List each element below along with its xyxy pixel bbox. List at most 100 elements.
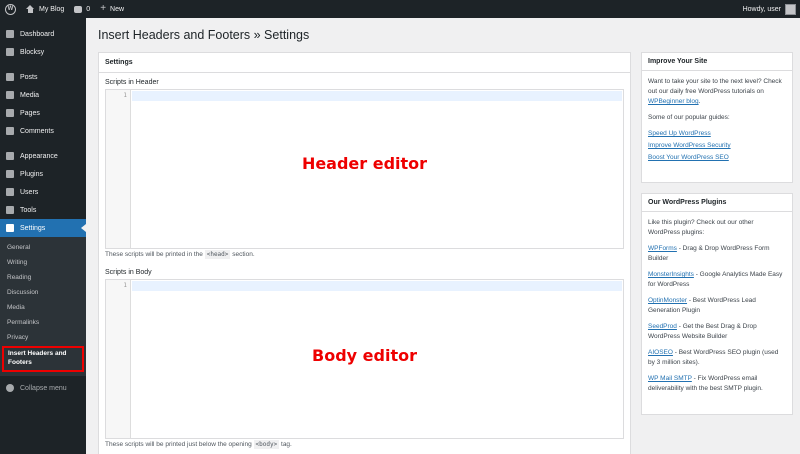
widget-intro: Want to take your site to the next level… — [648, 77, 786, 107]
improve-site-widget: Improve Your Site Want to take your site… — [641, 52, 793, 183]
settings-icon — [6, 224, 14, 232]
submenu-item-privacy[interactable]: Privacy — [0, 330, 86, 345]
sidebar-item-comments[interactable]: Comments — [0, 122, 86, 140]
submenu-item-writing[interactable]: Writing — [0, 255, 86, 270]
seo-link[interactable]: Boost Your WordPress SEO — [648, 153, 786, 163]
header-editor-annotation: Header editor — [301, 154, 428, 173]
head-tag-code: <head> — [204, 250, 231, 259]
wpforms-link[interactable]: WPForms — [648, 245, 677, 252]
sidebar-item-blocksy[interactable]: Blocksy — [0, 43, 86, 61]
new-content-button[interactable]: + New — [95, 0, 129, 18]
settings-panel: Settings Scripts in Header 1 Header edit… — [98, 52, 631, 454]
header-scripts-hint: These scripts will be printed in the <he… — [105, 250, 255, 259]
collapse-icon — [6, 384, 14, 392]
comment-icon — [74, 5, 83, 13]
sidebar-item-label: Media — [20, 91, 40, 99]
submenu-item-reading[interactable]: Reading — [0, 270, 86, 285]
comments-count: 0 — [86, 5, 91, 13]
hint-text: These scripts will be printed in the — [105, 251, 203, 258]
sidebar-item-label: Settings — [20, 224, 46, 232]
intro-text: Want to take your site to the next level… — [648, 78, 782, 95]
plugin-item: MonsterInsights - Google Analytics Made … — [648, 270, 786, 290]
sidebar-item-users[interactable]: Users — [0, 183, 86, 201]
comment-icon — [6, 127, 14, 135]
new-label: New — [110, 5, 125, 13]
header-scripts-label: Scripts in Header — [105, 79, 159, 86]
header-scripts-editor[interactable]: 1 Header editor — [105, 89, 624, 249]
plus-icon: + — [100, 3, 107, 14]
sidebar-item-appearance[interactable]: Appearance — [0, 147, 86, 165]
user-icon — [6, 188, 14, 196]
hint-text: section. — [232, 251, 255, 258]
pin-icon — [6, 73, 14, 81]
media-icon — [6, 91, 14, 99]
optinmonster-link[interactable]: OptinMonster — [648, 297, 687, 304]
sidebar-item-label: Tools — [20, 206, 37, 214]
sidebar-item-label: Appearance — [20, 152, 58, 160]
sidebar-item-settings[interactable]: Settings — [0, 219, 86, 237]
plugins-widget: Our WordPress Plugins Like this plugin? … — [641, 193, 793, 415]
greeting: Howdy, user — [742, 5, 781, 13]
sidebar-item-dashboard[interactable]: Dashboard — [0, 25, 86, 43]
dashboard-icon — [6, 30, 14, 38]
security-link[interactable]: Improve WordPress Security — [648, 141, 786, 151]
blocksy-icon — [6, 48, 14, 56]
site-name-link[interactable]: My Blog — [21, 0, 69, 18]
widget-title: Improve Your Site — [642, 53, 792, 71]
aioseo-link[interactable]: AIOSEO — [648, 349, 673, 356]
sidebar-item-label: Posts — [20, 73, 38, 81]
plugin-item: WP Mail SMTP - Fix WordPress email deliv… — [648, 374, 786, 394]
panel-title: Settings — [105, 59, 133, 66]
admin-bar: W My Blog 0 + New Howdy, user — [0, 0, 800, 18]
sidebar-item-media[interactable]: Media — [0, 86, 86, 104]
plug-icon — [6, 170, 14, 178]
sidebar-item-tools[interactable]: Tools — [0, 201, 86, 219]
home-icon — [26, 5, 35, 13]
collapse-label: Collapse menu — [20, 384, 67, 392]
hint-text: tag. — [281, 441, 292, 448]
page-title: Insert Headers and Footers » Settings — [98, 28, 310, 42]
wp-mail-smtp-link[interactable]: WP Mail SMTP — [648, 375, 692, 382]
submenu-item-permalinks[interactable]: Permalinks — [0, 315, 86, 330]
body-tag-code: <body> — [253, 440, 280, 449]
plugin-item: AIOSEO - Best WordPress SEO plugin (used… — [648, 348, 786, 368]
speed-up-link[interactable]: Speed Up WordPress — [648, 129, 786, 139]
body-editor-annotation: Body editor — [312, 346, 417, 365]
guides-intro: Some of our popular guides: — [648, 114, 730, 121]
plugins-intro: Like this plugin? Check out our other Wo… — [648, 219, 754, 236]
sidebar-item-label: Comments — [20, 127, 54, 135]
sidebar-item-label: Plugins — [20, 170, 43, 178]
wordpress-logo-button[interactable]: W — [0, 0, 21, 18]
comments-link[interactable]: 0 — [69, 0, 95, 18]
collapse-menu-button[interactable]: Collapse menu — [0, 379, 86, 397]
plugin-item: OptinMonster - Best WordPress Lead Gener… — [648, 296, 786, 316]
seedprod-link[interactable]: SeedProd — [648, 323, 677, 330]
brush-icon — [6, 152, 14, 160]
widget-title: Our WordPress Plugins — [642, 194, 792, 212]
sidebar-item-plugins[interactable]: Plugins — [0, 165, 86, 183]
intro-text-end: . — [698, 98, 701, 105]
submenu-item-media[interactable]: Media — [0, 300, 86, 315]
submenu-item-discussion[interactable]: Discussion — [0, 285, 86, 300]
wrench-icon — [6, 206, 14, 214]
sidebar-item-pages[interactable]: Pages — [0, 104, 86, 122]
monsterinsights-link[interactable]: MonsterInsights — [648, 271, 694, 278]
plugin-item: SeedProd - Get the Best Drag & Drop Word… — [648, 322, 786, 342]
body-scripts-editor[interactable]: 1 Body editor — [105, 279, 624, 439]
active-line — [132, 91, 622, 101]
account-menu[interactable]: Howdy, user — [738, 0, 800, 18]
active-line — [132, 281, 622, 291]
hint-text: These scripts will be printed just below… — [105, 441, 252, 448]
page-icon — [6, 109, 14, 117]
divider — [99, 72, 630, 73]
admin-sidebar: Dashboard Blocksy Posts Media Pages Comm… — [0, 18, 86, 454]
wpbeginner-blog-link[interactable]: WPBeginner blog — [648, 98, 699, 105]
submenu-item-general[interactable]: General — [0, 240, 86, 255]
body-scripts-hint: These scripts will be printed just below… — [105, 440, 292, 449]
line-number: 1 — [123, 282, 127, 289]
submenu-item-insert-headers-footers[interactable]: Insert Headers and Footers — [2, 346, 84, 372]
sidebar-item-posts[interactable]: Posts — [0, 68, 86, 86]
sidebar-item-label: Pages — [20, 109, 40, 117]
body-scripts-label: Scripts in Body — [105, 269, 152, 276]
site-name: My Blog — [39, 5, 65, 13]
